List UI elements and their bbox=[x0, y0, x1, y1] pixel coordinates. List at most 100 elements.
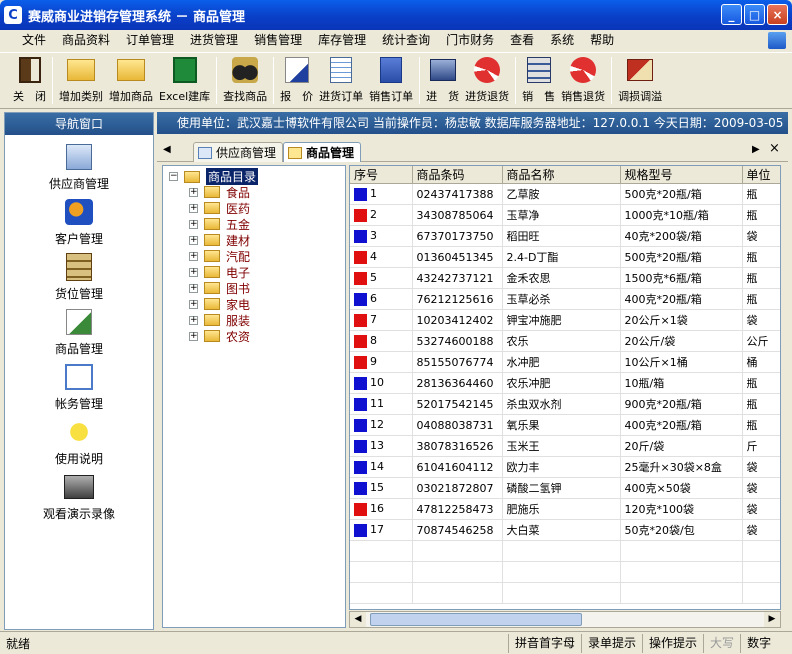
expand-icon[interactable]: + bbox=[189, 235, 198, 245]
tree-item[interactable]: + 汽配 bbox=[189, 248, 250, 264]
tree-root[interactable]: − 商品目录 bbox=[169, 168, 259, 185]
expand-icon[interactable]: + bbox=[189, 283, 198, 293]
expand-icon[interactable]: + bbox=[189, 299, 198, 309]
menu-item[interactable]: 帮助 bbox=[582, 30, 622, 51]
toolbar-button[interactable]: 关 闭 bbox=[10, 53, 49, 108]
table-row[interactable]: 10 28136364460 农乐冲肥 10瓶/箱瓶 bbox=[350, 372, 780, 394]
scroll-left-icon[interactable]: ◀ bbox=[350, 612, 366, 627]
cell-unit: 瓶 bbox=[742, 372, 780, 394]
tree-item[interactable]: + 食品 bbox=[189, 184, 250, 200]
toolbar-button[interactable]: 销 售 bbox=[519, 53, 558, 108]
tab-supplier[interactable]: 供应商管理 bbox=[193, 142, 284, 162]
tab-close-icon[interactable]: × bbox=[769, 141, 780, 156]
menu-item[interactable]: 门市财务 bbox=[438, 30, 502, 51]
table-row[interactable]: 8 53274600188 农乐 20公斤/袋 公斤 bbox=[350, 330, 780, 352]
tab-product[interactable]: 商品管理 bbox=[283, 142, 362, 162]
expand-icon[interactable]: + bbox=[189, 203, 198, 213]
cell-spec: 20公斤×1袋 bbox=[620, 309, 743, 331]
expand-icon[interactable]: + bbox=[189, 331, 198, 341]
menu-item[interactable]: 销售管理 bbox=[246, 30, 310, 51]
nav-item[interactable]: 商品管理 bbox=[5, 304, 153, 359]
cell-index: 4 bbox=[350, 246, 413, 268]
cell-spec: 400克×50袋 bbox=[620, 477, 743, 499]
folder-add-icon bbox=[116, 56, 146, 84]
table-row[interactable]: 2 34308785064 玉草净 1000克*10瓶/箱瓶 bbox=[350, 204, 780, 226]
toolbar-button[interactable]: Excel建库 bbox=[156, 53, 213, 108]
tab-scroll-right-icon[interactable]: ▶ bbox=[752, 144, 760, 155]
menu-item[interactable]: 订单管理 bbox=[118, 30, 182, 51]
table-row[interactable]: 13 38078316526 玉米王 20斤/袋斤 bbox=[350, 435, 780, 457]
table-row[interactable]: 1 02437417388 乙草胺 500克*20瓶/箱瓶 bbox=[350, 183, 780, 205]
menu-item[interactable]: 库存管理 bbox=[310, 30, 374, 51]
close-button[interactable]: × bbox=[767, 4, 788, 25]
scroll-right-icon[interactable]: ▶ bbox=[764, 612, 780, 627]
scroll-thumb[interactable] bbox=[370, 613, 582, 626]
icon-shape bbox=[64, 474, 94, 499]
tree-item[interactable]: + 电子 bbox=[189, 264, 250, 280]
toolbar-button[interactable]: 进货订单 bbox=[316, 53, 366, 108]
tab-scroll-left-icon[interactable]: ◀ bbox=[163, 144, 171, 155]
toolbar-button[interactable]: 进 货 bbox=[423, 53, 462, 108]
menu-item[interactable]: 查看 bbox=[502, 30, 542, 51]
table-row[interactable]: 7 10203412402 钾宝冲施肥 20公斤×1袋袋 bbox=[350, 309, 780, 331]
menu-item[interactable]: 文件 bbox=[14, 30, 54, 51]
table-row[interactable]: 5 43242737121 金禾农思 1500克*6瓶/箱瓶 bbox=[350, 267, 780, 289]
expand-icon[interactable]: + bbox=[189, 315, 198, 325]
menu-item[interactable]: 商品资料 bbox=[54, 30, 118, 51]
tree-item[interactable]: + 家电 bbox=[189, 296, 250, 312]
maximize-button[interactable]: □ bbox=[744, 4, 765, 25]
nav-item[interactable]: 观看演示录像 bbox=[5, 469, 153, 524]
table-row[interactable]: 14 61041604112 欧力丰 25毫升×30袋×8盒袋 bbox=[350, 456, 780, 478]
tree-item[interactable]: + 五金 bbox=[189, 216, 250, 232]
table-row[interactable]: 3 67370173750 稻田旺 40克*200袋/箱袋 bbox=[350, 225, 780, 247]
toolbar-button[interactable]: 查找商品 bbox=[220, 53, 270, 108]
table-row[interactable]: 6 76212125616 玉草必杀 400克*20瓶/箱瓶 bbox=[350, 288, 780, 310]
menu-item[interactable]: 进货管理 bbox=[182, 30, 246, 51]
minimize-button[interactable]: _ bbox=[721, 4, 742, 25]
tree-item[interactable]: + 服装 bbox=[189, 312, 250, 328]
nav-item[interactable]: 帐务管理 bbox=[5, 359, 153, 414]
cell-index: 14 bbox=[350, 456, 413, 478]
nav-item[interactable]: 使用说明 bbox=[5, 414, 153, 469]
tree-item[interactable]: + 农资 bbox=[189, 328, 250, 344]
cell-name: 稻田旺 bbox=[502, 225, 621, 247]
table-row[interactable]: 17 70874546258 大白菜 50克*20袋/包袋 bbox=[350, 519, 780, 541]
horizontal-scrollbar[interactable]: ◀ ▶ bbox=[349, 611, 781, 628]
table-row[interactable]: 15 03021872807 磷酸二氢钾 400克×50袋袋 bbox=[350, 477, 780, 499]
column-header[interactable]: 商品条码 bbox=[412, 166, 503, 184]
cell-name: 肥施乐 bbox=[502, 498, 621, 520]
row-color-marker bbox=[354, 397, 367, 411]
expand-icon[interactable]: + bbox=[189, 267, 198, 277]
table-row[interactable]: 16 47812258473 肥施乐 120克*100袋袋 bbox=[350, 498, 780, 520]
toolbar-button[interactable]: 销售退货 bbox=[558, 53, 608, 108]
menu-item[interactable]: 系统 bbox=[542, 30, 582, 51]
toolbar-button[interactable]: 调损调溢 bbox=[615, 53, 665, 108]
tree-item[interactable]: + 图书 bbox=[189, 280, 250, 296]
nav-item[interactable]: 供应商管理 bbox=[5, 139, 153, 194]
column-header[interactable]: 序号 bbox=[350, 166, 413, 184]
menu-item[interactable]: 统计查询 bbox=[374, 30, 438, 51]
column-header[interactable]: 规格型号 bbox=[620, 166, 743, 184]
table-row[interactable]: 4 01360451345 2.4-D丁酯 500克*20瓶/箱瓶 bbox=[350, 246, 780, 268]
expand-icon[interactable]: + bbox=[189, 219, 198, 229]
expand-icon[interactable]: + bbox=[189, 251, 198, 261]
collapse-icon[interactable]: − bbox=[169, 172, 178, 181]
column-header[interactable]: 单位 bbox=[742, 166, 780, 184]
nav-item[interactable]: 客户管理 bbox=[5, 194, 153, 249]
app-logo-icon[interactable]: C bbox=[4, 6, 22, 24]
table-row[interactable]: 11 52017542145 杀虫双水剂 900克*20瓶/箱瓶 bbox=[350, 393, 780, 415]
expand-icon[interactable]: + bbox=[189, 187, 198, 197]
toolbar-button[interactable]: 销售订单 bbox=[366, 53, 416, 108]
table-row[interactable]: 9 85155076774 水冲肥 10公斤×1桶桶 bbox=[350, 351, 780, 373]
nav-item[interactable]: 货位管理 bbox=[5, 249, 153, 304]
tree-item[interactable]: + 建材 bbox=[189, 232, 250, 248]
toolbar-button[interactable]: 进货退货 bbox=[462, 53, 512, 108]
table-row[interactable]: 12 04088038731 氧乐果 400克*20瓶/箱瓶 bbox=[350, 414, 780, 436]
toolbar-button[interactable]: 增加类别 bbox=[56, 53, 106, 108]
column-header[interactable]: 商品名称 bbox=[502, 166, 621, 184]
tree-item[interactable]: + 医药 bbox=[189, 200, 250, 216]
row-color-marker bbox=[354, 460, 367, 474]
icon-shape bbox=[66, 143, 92, 170]
toolbar-button[interactable]: 报 价 bbox=[277, 53, 316, 108]
toolbar-button[interactable]: 增加商品 bbox=[106, 53, 156, 108]
